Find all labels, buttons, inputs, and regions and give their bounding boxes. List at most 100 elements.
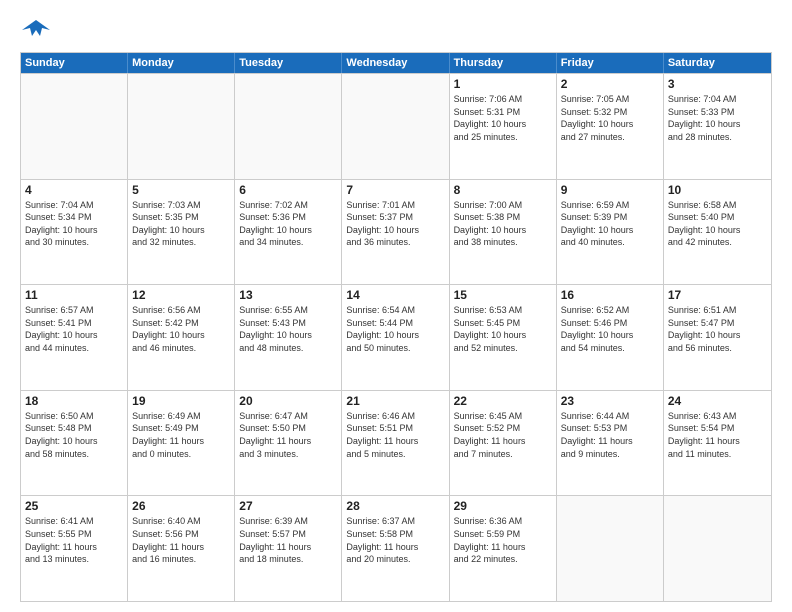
calendar-row-3: 11 Sunrise: 6:57 AM Sunset: 5:41 PM Dayli… xyxy=(21,284,771,390)
day-number: 27 xyxy=(239,499,337,513)
cal-cell: 3 Sunrise: 7:04 AM Sunset: 5:33 PM Daylig… xyxy=(664,74,771,179)
day-number: 22 xyxy=(454,394,552,408)
cell-info: Sunrise: 6:50 AM Sunset: 5:48 PM Dayligh… xyxy=(25,410,123,460)
day-number: 7 xyxy=(346,183,444,197)
cal-cell xyxy=(664,496,771,601)
cell-info: Sunrise: 6:57 AM Sunset: 5:41 PM Dayligh… xyxy=(25,304,123,354)
cell-info: Sunrise: 6:40 AM Sunset: 5:56 PM Dayligh… xyxy=(132,515,230,565)
cal-cell xyxy=(128,74,235,179)
cell-info: Sunrise: 6:45 AM Sunset: 5:52 PM Dayligh… xyxy=(454,410,552,460)
cell-info: Sunrise: 6:52 AM Sunset: 5:46 PM Dayligh… xyxy=(561,304,659,354)
cal-cell: 12 Sunrise: 6:56 AM Sunset: 5:42 PM Dayli… xyxy=(128,285,235,390)
cal-cell: 28 Sunrise: 6:37 AM Sunset: 5:58 PM Dayli… xyxy=(342,496,449,601)
cal-cell: 2Sunrise: 7:05 AM Sunset: 5:32 PM Daylig… xyxy=(557,74,664,179)
day-number: 24 xyxy=(668,394,767,408)
cell-info: Sunrise: 6:53 AM Sunset: 5:45 PM Dayligh… xyxy=(454,304,552,354)
day-number: 4 xyxy=(25,183,123,197)
cell-info: Sunrise: 6:36 AM Sunset: 5:59 PM Dayligh… xyxy=(454,515,552,565)
day-number: 29 xyxy=(454,499,552,513)
cell-info: Sunrise: 7:00 AM Sunset: 5:38 PM Dayligh… xyxy=(454,199,552,249)
cal-cell: 27 Sunrise: 6:39 AM Sunset: 5:57 PM Dayli… xyxy=(235,496,342,601)
day-number: 21 xyxy=(346,394,444,408)
calendar-row-2: 4Sunrise: 7:04 AM Sunset: 5:34 PM Daylig… xyxy=(21,179,771,285)
cal-cell: 11 Sunrise: 6:57 AM Sunset: 5:41 PM Dayli… xyxy=(21,285,128,390)
logo xyxy=(20,16,52,44)
cal-cell: 7Sunrise: 7:01 AM Sunset: 5:37 PM Daylig… xyxy=(342,180,449,285)
cell-info: Sunrise: 6:46 AM Sunset: 5:51 PM Dayligh… xyxy=(346,410,444,460)
cal-cell: 26 Sunrise: 6:40 AM Sunset: 5:56 PM Dayli… xyxy=(128,496,235,601)
day-number: 15 xyxy=(454,288,552,302)
cell-info: Sunrise: 6:49 AM Sunset: 5:49 PM Dayligh… xyxy=(132,410,230,460)
cell-info: Sunrise: 6:54 AM Sunset: 5:44 PM Dayligh… xyxy=(346,304,444,354)
day-number: 25 xyxy=(25,499,123,513)
day-number: 28 xyxy=(346,499,444,513)
header-cell-tuesday: Tuesday xyxy=(235,53,342,73)
cal-cell xyxy=(21,74,128,179)
cell-info: Sunrise: 7:05 AM Sunset: 5:32 PM Dayligh… xyxy=(561,93,659,143)
day-number: 10 xyxy=(668,183,767,197)
cell-info: Sunrise: 7:06 AM Sunset: 5:31 PM Dayligh… xyxy=(454,93,552,143)
cal-cell: 15 Sunrise: 6:53 AM Sunset: 5:45 PM Dayli… xyxy=(450,285,557,390)
cell-info: Sunrise: 6:39 AM Sunset: 5:57 PM Dayligh… xyxy=(239,515,337,565)
cal-cell: 9 Sunrise: 6:59 AM Sunset: 5:39 PM Daylig… xyxy=(557,180,664,285)
cal-cell: 19 Sunrise: 6:49 AM Sunset: 5:49 PM Dayli… xyxy=(128,391,235,496)
cal-cell: 18 Sunrise: 6:50 AM Sunset: 5:48 PM Dayli… xyxy=(21,391,128,496)
cell-info: Sunrise: 6:51 AM Sunset: 5:47 PM Dayligh… xyxy=(668,304,767,354)
cal-cell xyxy=(557,496,664,601)
header-cell-thursday: Thursday xyxy=(450,53,557,73)
calendar-body: 1 Sunrise: 7:06 AM Sunset: 5:31 PM Daylig… xyxy=(21,73,771,601)
logo-bird-icon xyxy=(22,16,50,44)
day-number: 9 xyxy=(561,183,659,197)
day-number: 3 xyxy=(668,77,767,91)
day-number: 23 xyxy=(561,394,659,408)
day-number: 26 xyxy=(132,499,230,513)
day-number: 1 xyxy=(454,77,552,91)
day-number: 19 xyxy=(132,394,230,408)
cell-info: Sunrise: 7:02 AM Sunset: 5:36 PM Dayligh… xyxy=(239,199,337,249)
cal-cell: 10 Sunrise: 6:58 AM Sunset: 5:40 PM Dayli… xyxy=(664,180,771,285)
cal-cell: 25Sunrise: 6:41 AM Sunset: 5:55 PM Dayli… xyxy=(21,496,128,601)
cal-cell xyxy=(342,74,449,179)
cal-cell: 5 Sunrise: 7:03 AM Sunset: 5:35 PM Daylig… xyxy=(128,180,235,285)
cal-cell: 16 Sunrise: 6:52 AM Sunset: 5:46 PM Dayli… xyxy=(557,285,664,390)
header-cell-friday: Friday xyxy=(557,53,664,73)
header-cell-sunday: Sunday xyxy=(21,53,128,73)
cal-cell: 21 Sunrise: 6:46 AM Sunset: 5:51 PM Dayli… xyxy=(342,391,449,496)
cal-cell: 22 Sunrise: 6:45 AM Sunset: 5:52 PM Dayli… xyxy=(450,391,557,496)
calendar-header: SundayMondayTuesdayWednesdayThursdayFrid… xyxy=(21,53,771,73)
cell-info: Sunrise: 6:55 AM Sunset: 5:43 PM Dayligh… xyxy=(239,304,337,354)
day-number: 6 xyxy=(239,183,337,197)
cell-info: Sunrise: 6:56 AM Sunset: 5:42 PM Dayligh… xyxy=(132,304,230,354)
cal-cell: 8 Sunrise: 7:00 AM Sunset: 5:38 PM Daylig… xyxy=(450,180,557,285)
calendar-row-4: 18 Sunrise: 6:50 AM Sunset: 5:48 PM Dayli… xyxy=(21,390,771,496)
day-number: 16 xyxy=(561,288,659,302)
day-number: 5 xyxy=(132,183,230,197)
cell-info: Sunrise: 6:59 AM Sunset: 5:39 PM Dayligh… xyxy=(561,199,659,249)
cell-info: Sunrise: 7:04 AM Sunset: 5:33 PM Dayligh… xyxy=(668,93,767,143)
cal-cell xyxy=(235,74,342,179)
day-number: 11 xyxy=(25,288,123,302)
cal-cell: 17 Sunrise: 6:51 AM Sunset: 5:47 PM Dayli… xyxy=(664,285,771,390)
day-number: 17 xyxy=(668,288,767,302)
day-number: 12 xyxy=(132,288,230,302)
day-number: 18 xyxy=(25,394,123,408)
cal-cell: 23 Sunrise: 6:44 AM Sunset: 5:53 PM Dayli… xyxy=(557,391,664,496)
cal-cell: 6 Sunrise: 7:02 AM Sunset: 5:36 PM Daylig… xyxy=(235,180,342,285)
calendar-row-5: 25Sunrise: 6:41 AM Sunset: 5:55 PM Dayli… xyxy=(21,495,771,601)
day-number: 14 xyxy=(346,288,444,302)
cal-cell: 24Sunrise: 6:43 AM Sunset: 5:54 PM Dayli… xyxy=(664,391,771,496)
cell-info: Sunrise: 6:58 AM Sunset: 5:40 PM Dayligh… xyxy=(668,199,767,249)
cal-cell: 1 Sunrise: 7:06 AM Sunset: 5:31 PM Daylig… xyxy=(450,74,557,179)
cell-info: Sunrise: 6:37 AM Sunset: 5:58 PM Dayligh… xyxy=(346,515,444,565)
cal-cell: 29 Sunrise: 6:36 AM Sunset: 5:59 PM Dayli… xyxy=(450,496,557,601)
header xyxy=(20,16,772,44)
day-number: 8 xyxy=(454,183,552,197)
cell-info: Sunrise: 6:44 AM Sunset: 5:53 PM Dayligh… xyxy=(561,410,659,460)
cell-info: Sunrise: 7:03 AM Sunset: 5:35 PM Dayligh… xyxy=(132,199,230,249)
page: SundayMondayTuesdayWednesdayThursdayFrid… xyxy=(0,0,792,612)
header-cell-wednesday: Wednesday xyxy=(342,53,449,73)
cal-cell: 20Sunrise: 6:47 AM Sunset: 5:50 PM Dayli… xyxy=(235,391,342,496)
header-cell-monday: Monday xyxy=(128,53,235,73)
calendar: SundayMondayTuesdayWednesdayThursdayFrid… xyxy=(20,52,772,602)
calendar-row-1: 1 Sunrise: 7:06 AM Sunset: 5:31 PM Daylig… xyxy=(21,73,771,179)
